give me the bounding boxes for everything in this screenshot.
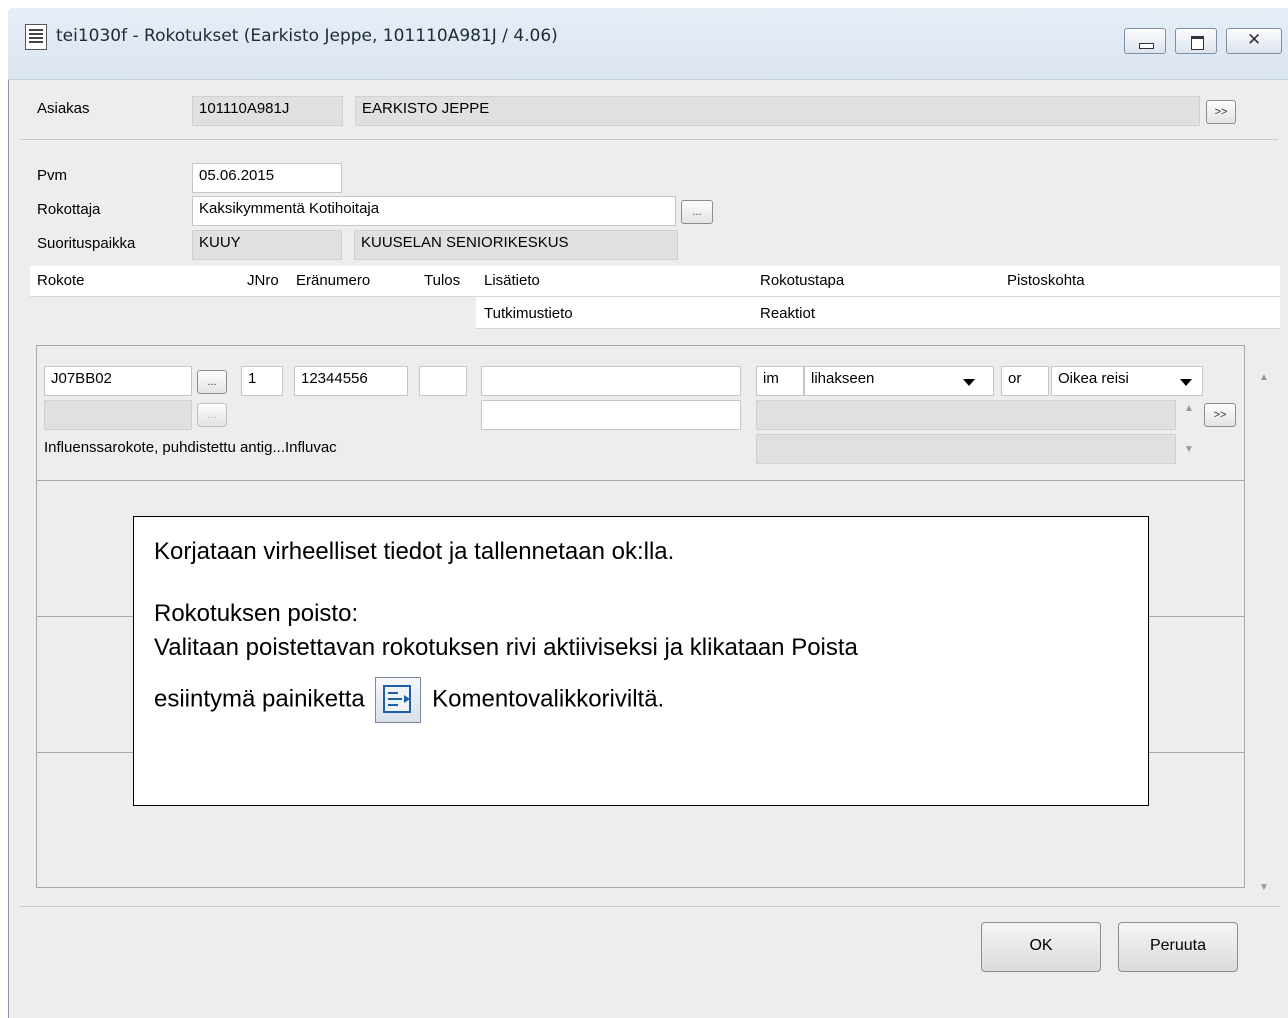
header-pistoskohta: Pistoskohta <box>1007 272 1085 289</box>
pistoskohta-select[interactable]: Oikea reisi <box>1051 366 1203 396</box>
rokotustapa-selected: lihakseen <box>811 370 875 387</box>
customer-id-field: 101110A981J <box>192 96 343 126</box>
scroll-down-icon: ▼ <box>1184 444 1194 455</box>
rokotustapa-select[interactable]: lihakseen <box>804 366 994 396</box>
pistoskohta-code-input[interactable]: or <box>1001 366 1049 396</box>
header-jnro: JNro <box>247 272 279 289</box>
table-header-row-2 <box>476 297 1280 329</box>
pvm-input[interactable]: 05.06.2015 <box>192 163 342 193</box>
rokote-lookup-button[interactable]: ... <box>197 370 227 394</box>
header-tulos: Tulos <box>424 272 461 289</box>
header-tutkimustieto: Tutkimustieto <box>484 305 573 322</box>
tutkimustieto-input[interactable] <box>481 400 741 430</box>
window-title: tei1030f - Rokotukset (Earkisto Jeppe, 1… <box>56 26 558 46</box>
customer-label: Asiakas <box>37 100 90 117</box>
suorituspaikka-name-field: KUUSELAN SENIORIKESKUS <box>354 230 678 260</box>
scroll-up-icon: ▲ <box>1259 372 1269 383</box>
pistoskohta-selected: Oikea reisi <box>1058 370 1129 387</box>
bottom-divider <box>20 906 1280 907</box>
document-icon <box>25 24 47 50</box>
instruction-note: Korjataan virheelliset tiedot ja tallenn… <box>133 516 1149 806</box>
suorituspaikka-label: Suorituspaikka <box>37 235 136 252</box>
secondary-lookup-button[interactable]: ... <box>197 403 227 427</box>
eranumero-input[interactable]: 12344556 <box>294 366 408 396</box>
note-line-2: Rokotuksen poisto: <box>154 600 359 627</box>
scroll-down-icon: ▼ <box>1259 882 1269 893</box>
grid-scrollbar[interactable]: ▲ ▼ <box>1255 362 1275 893</box>
note-line-1: Korjataan virheelliset tiedot ja tallenn… <box>154 538 675 565</box>
vaccine-description: Influenssarokote, puhdistettu antig...In… <box>44 439 337 456</box>
remove-occurrence-icon <box>375 677 422 723</box>
chevron-down-icon <box>963 379 975 386</box>
note-line-3: Valitaan poistettavan rokotuksen rivi ak… <box>154 634 858 661</box>
rokote-code-input[interactable]: J07BB02 <box>44 366 192 396</box>
maximize-icon <box>1191 36 1204 50</box>
reaktiot-scrollbar[interactable]: ▲ ▼ <box>1181 400 1199 464</box>
reaktiot-field-2 <box>756 434 1176 464</box>
reaktiot-field <box>756 400 1176 430</box>
minimize-button[interactable] <box>1124 28 1166 54</box>
ok-button[interactable]: OK <box>981 922 1101 972</box>
tulos-input[interactable] <box>419 366 467 396</box>
lisatieto-input[interactable] <box>481 366 741 396</box>
close-icon: ✕ <box>1247 30 1262 49</box>
rokottaja-input[interactable]: Kaksikymmentä Kotihoitaja <box>192 196 676 226</box>
scroll-up-icon: ▲ <box>1184 403 1194 414</box>
note-line-4a: esiintymä painiketta <box>154 685 365 713</box>
chevron-down-icon <box>1180 379 1192 386</box>
table-header-row-1 <box>30 266 1280 297</box>
rokote-secondary-field <box>44 400 192 430</box>
close-button[interactable]: ✕ <box>1226 28 1282 54</box>
maximize-button[interactable] <box>1175 28 1217 54</box>
customer-more-button[interactable]: >> <box>1206 100 1236 124</box>
pvm-label: Pvm <box>37 167 67 184</box>
header-rokotustapa: Rokotustapa <box>760 272 845 289</box>
cancel-button[interactable]: Peruuta <box>1118 922 1238 972</box>
header-lisatieto: Lisätieto <box>484 272 540 289</box>
rokotustapa-code-input[interactable]: im <box>756 366 804 396</box>
rokottaja-lookup-button[interactable]: ... <box>681 200 713 224</box>
rokottaja-label: Rokottaja <box>37 201 101 218</box>
row-more-button[interactable]: >> <box>1204 403 1236 427</box>
grid-row-divider <box>37 480 1244 481</box>
header-reaktiot: Reaktiot <box>760 305 816 322</box>
note-line-4b: Komentovalikkoriviltä. <box>432 685 665 713</box>
customer-name-field: EARKISTO JEPPE <box>355 96 1200 126</box>
header-eranumero: Eränumero <box>296 272 371 289</box>
header-rokote: Rokote <box>37 272 85 289</box>
suorituspaikka-code-field: KUUY <box>192 230 342 260</box>
minimize-icon <box>1139 43 1154 49</box>
jnro-input[interactable]: 1 <box>241 366 283 396</box>
